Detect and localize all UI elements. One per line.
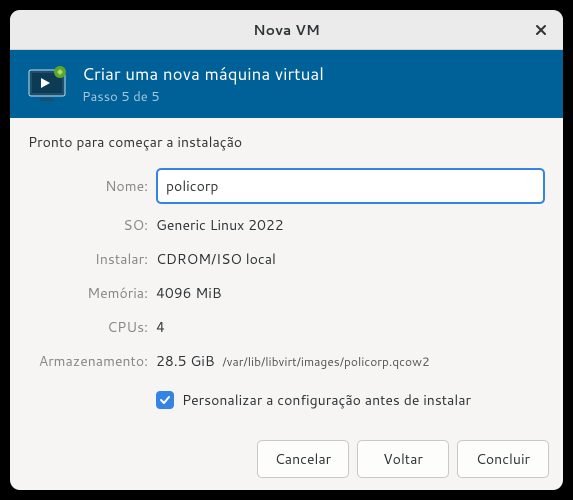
close-button[interactable] (529, 18, 553, 42)
storage-path: /var/lib/libvirt/images/policorp.qcow2 (222, 353, 429, 370)
cpus-value: 4 (156, 317, 545, 337)
name-input[interactable] (156, 168, 545, 204)
dialog-window: Nova VM Criar uma nova máquina virtual P… (10, 10, 563, 490)
content-area: Pronto para começar a instalação Nome: S… (10, 118, 563, 428)
memory-label: Memória: (28, 283, 156, 303)
vm-icon (26, 62, 70, 106)
back-button[interactable]: Voltar (357, 440, 449, 478)
os-label: SO: (28, 215, 156, 235)
memory-value: 4096 MiB (156, 283, 545, 303)
install-value: CDROM/ISO local (156, 249, 545, 269)
customize-row: Personalizar a configuração antes de ins… (156, 390, 471, 410)
os-value: Generic Linux 2022 (156, 215, 545, 235)
titlebar: Nova VM (10, 10, 563, 50)
customize-label: Personalizar a configuração antes de ins… (182, 390, 471, 410)
storage-label: Armazenamento: (28, 351, 156, 371)
name-label: Nome: (28, 176, 156, 196)
install-label: Instalar: (28, 249, 156, 269)
finish-button[interactable]: Concluir (457, 440, 549, 478)
footer: Cancelar Voltar Concluir (10, 428, 563, 490)
cancel-button[interactable]: Cancelar (257, 440, 349, 478)
close-icon (534, 23, 548, 37)
banner-subtitle: Passo 5 de 5 (82, 88, 324, 106)
ready-label: Pronto para começar a instalação (28, 132, 545, 152)
customize-checkbox[interactable] (156, 391, 174, 409)
header-banner: Criar uma nova máquina virtual Passo 5 d… (10, 50, 563, 118)
storage-value: 28.5 GiB /var/lib/libvirt/images/policor… (156, 351, 545, 371)
banner-title: Criar uma nova máquina virtual (82, 62, 324, 86)
banner-text: Criar uma nova máquina virtual Passo 5 d… (82, 62, 324, 106)
storage-size: 28.5 GiB (156, 351, 215, 371)
cpus-label: CPUs: (28, 317, 156, 337)
check-icon (159, 394, 171, 406)
window-title: Nova VM (253, 20, 320, 40)
